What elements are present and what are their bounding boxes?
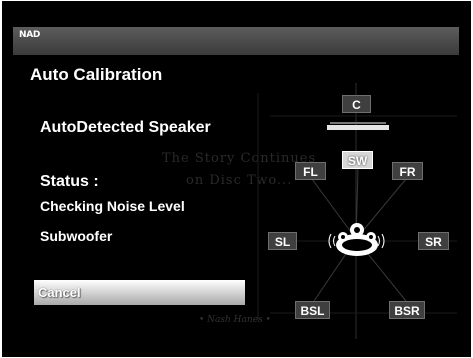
tv-screen-shadow [330,122,386,124]
speaker-back-surround-right: BSR [389,301,425,319]
listener-icon [336,223,378,256]
ray-fl [311,178,357,240]
speaker-front-left: FL [295,162,326,180]
speaker-surround-right: SR [418,232,449,250]
tv-screen-icon [327,125,389,130]
speaker-back-surround-left: BSL [295,301,330,319]
speaker-center: C [342,95,371,113]
speaker-front-right: FR [392,162,423,180]
speaker-surround-left: SL [268,232,297,250]
speaker-subwoofer: SW [342,151,373,169]
osd-screen: NAD Auto Calibration AutoDetected Speake… [2,1,471,357]
